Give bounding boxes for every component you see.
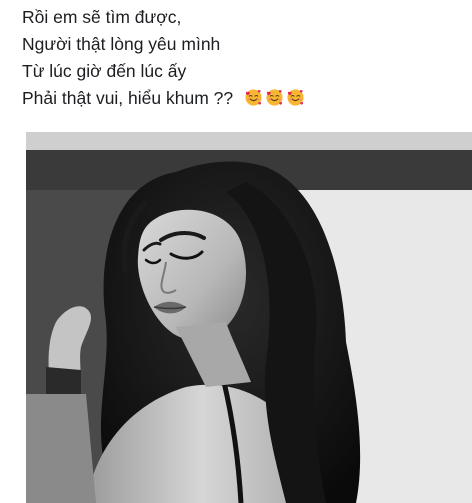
caption-line-4-wrapper: Phải thật vui, hiểu khum ?? (22, 85, 462, 112)
smiling-face-with-hearts-icon (266, 89, 283, 106)
post-caption: Rồi em sẽ tìm được, Người thật lòng yêu … (22, 4, 462, 112)
smiling-face-with-hearts-icon (245, 89, 262, 106)
post-photo[interactable] (26, 132, 472, 503)
caption-line-1: Rồi em sẽ tìm được, (22, 7, 182, 27)
caption-line-4: Phải thật vui, hiểu khum ?? (22, 88, 234, 108)
caption-line-3: Từ lúc giờ đến lúc ấy (22, 61, 187, 81)
smiling-face-with-hearts-icon (287, 89, 304, 106)
emoji-group (244, 88, 305, 107)
portrait-image (26, 132, 472, 503)
caption-line-2: Người thật lòng yêu mình (22, 34, 221, 54)
